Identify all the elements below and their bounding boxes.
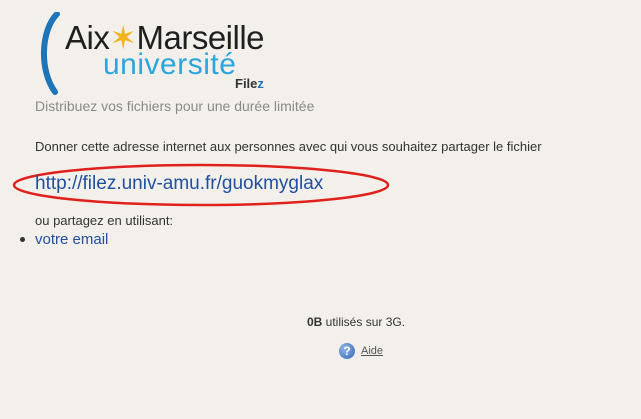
share-email-link[interactable]: votre email — [35, 231, 108, 248]
share-instruction: Donner cette adresse internet aux person… — [35, 139, 542, 154]
help-area: ? Aide — [339, 343, 383, 359]
help-link[interactable]: Aide — [361, 345, 383, 357]
usage-amount: 0B — [307, 315, 323, 329]
share-alternative-label: ou partagez en utilisant: — [35, 213, 174, 228]
logo-filez: Filez — [235, 76, 264, 91]
amu-filez-logo: Aix✶Marseille université Filez — [35, 12, 295, 96]
bullet-icon — [20, 237, 25, 242]
share-link-highlight: http://filez.univ-amu.fr/guokmyglax — [12, 162, 392, 208]
share-url-link[interactable]: http://filez.univ-amu.fr/guokmyglax — [35, 173, 323, 195]
usage-text: utilisés sur 3G. — [322, 315, 406, 329]
logo-parenthesis-mark — [41, 12, 60, 95]
list-item: votre email — [20, 231, 108, 248]
help-icon[interactable]: ? — [339, 343, 355, 359]
logo-universite: université — [103, 48, 237, 81]
tagline: Distribuez vos fichiers pour une durée l… — [35, 98, 315, 114]
storage-usage: 0B utilisés sur 3G. — [307, 315, 405, 329]
share-options-list: votre email — [20, 231, 108, 248]
